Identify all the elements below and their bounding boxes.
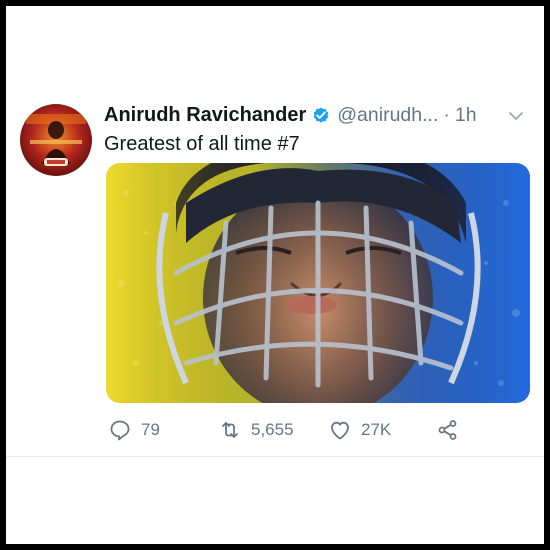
share-icon xyxy=(438,420,457,440)
divider xyxy=(6,456,544,457)
retweet-button[interactable]: 5,655 xyxy=(218,416,294,444)
retweet-icon xyxy=(222,422,238,438)
tweet-timestamp[interactable]: 1h xyxy=(455,104,477,127)
chevron-down-icon[interactable] xyxy=(506,106,526,126)
author-handle[interactable]: @anirudh... xyxy=(337,104,438,127)
author-name[interactable]: Anirudh Ravichander xyxy=(104,104,306,127)
tweet-card[interactable]: Anirudh Ravichander @anirudh... · 1h Gre… xyxy=(6,6,544,466)
author-avatar[interactable] xyxy=(20,104,92,176)
verified-badge-icon xyxy=(311,105,331,125)
retweet-count: 5,655 xyxy=(251,420,294,439)
share-button[interactable] xyxy=(436,416,460,444)
reply-count: 79 xyxy=(141,420,160,439)
like-button[interactable]: 27K xyxy=(328,416,391,444)
heart-icon xyxy=(331,421,349,440)
tweet-header: Anirudh Ravichander @anirudh... · 1h xyxy=(104,102,477,128)
tweet-text: Greatest of all time #7 xyxy=(104,133,300,155)
screenshot-frame: Anirudh Ravichander @anirudh... · 1h Gre… xyxy=(6,6,544,544)
tweet-actions: 79 5,655 27K xyxy=(106,416,526,444)
tweet-image[interactable] xyxy=(106,163,530,403)
like-count: 27K xyxy=(361,420,392,439)
reply-icon xyxy=(110,420,130,441)
reply-button[interactable]: 79 xyxy=(108,416,160,444)
separator-dot: · xyxy=(443,103,450,126)
